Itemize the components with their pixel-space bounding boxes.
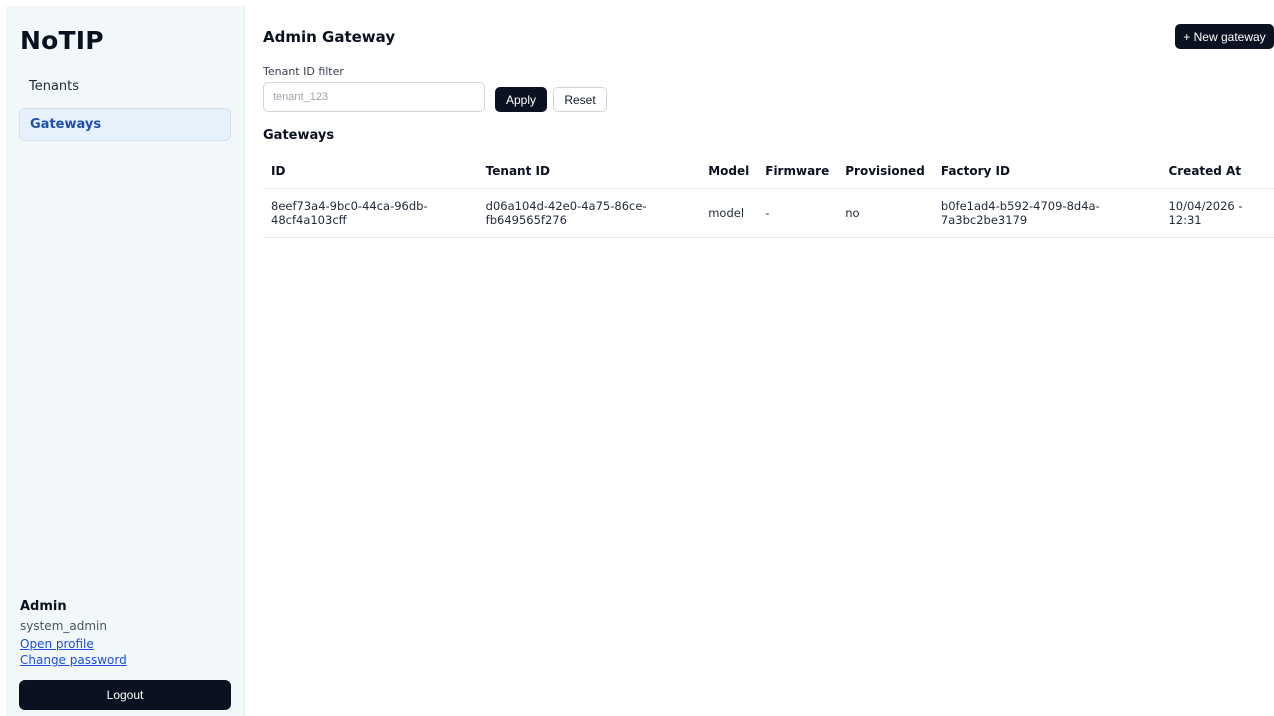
cell-firmware: -: [757, 188, 838, 238]
tenant-filter-input[interactable]: [263, 82, 485, 112]
table-row[interactable]: 8eef73a4-9bc0-44ca-96db- 48cf4a103cff d0…: [263, 188, 1274, 238]
cell-tenant-id-line-1: d06a104d-42e0-4a75-86ce-: [485, 198, 647, 213]
open-profile-link[interactable]: Open profile: [20, 637, 127, 651]
cell-created-at-line-2: 12:31: [1168, 212, 1202, 227]
page-title: Admin Gateway: [263, 28, 396, 46]
column-header-factory-id: Factory ID: [932, 155, 1161, 189]
cell-provisioned: no: [837, 188, 933, 238]
user-username: system_admin: [20, 619, 107, 633]
cell-created-at-line-1: 10/04/2026 -: [1168, 198, 1243, 213]
cell-factory-id-line-1: b0fe1ad4-b592-4709-8d4a-: [940, 198, 1100, 213]
column-header-firmware: Firmware: [757, 155, 838, 189]
column-header-provisioned: Provisioned: [837, 155, 933, 189]
logout-button[interactable]: Logout: [19, 680, 231, 710]
gateways-section-title: Gateways: [263, 128, 335, 143]
new-gateway-button[interactable]: + New gateway: [1175, 24, 1274, 49]
cell-model: model: [700, 188, 758, 238]
cell-id-line-2: 48cf4a103cff: [271, 212, 347, 227]
user-block: Admin system_admin Open profile Change p…: [20, 599, 127, 667]
column-header-id: ID: [263, 155, 478, 189]
cell-factory-id: b0fe1ad4-b592-4709-8d4a- 7a3bc2be3179: [932, 188, 1161, 238]
cell-id-line-1: 8eef73a4-9bc0-44ca-96db-: [271, 198, 428, 213]
table-header-row: ID Tenant ID Model Firmware Provisioned …: [263, 155, 1274, 189]
gateways-table: ID Tenant ID Model Firmware Provisioned …: [263, 155, 1274, 238]
user-role: Admin: [20, 599, 67, 614]
sidebar: NoTIP Tenants Gateways Admin system_admi…: [6, 6, 245, 716]
change-password-link[interactable]: Change password: [20, 653, 127, 667]
sidebar-item-tenants[interactable]: Tenants: [19, 70, 231, 103]
column-header-tenant-id: Tenant ID: [477, 155, 701, 189]
cell-tenant-id: d06a104d-42e0-4a75-86ce- fb649565f276: [477, 188, 701, 238]
column-header-model: Model: [700, 155, 758, 189]
cell-created-at: 10/04/2026 - 12:31: [1160, 188, 1274, 238]
cell-id: 8eef73a4-9bc0-44ca-96db- 48cf4a103cff: [263, 188, 478, 238]
tenant-filter-label: Tenant ID filter: [263, 65, 344, 78]
reset-button[interactable]: Reset: [553, 87, 607, 112]
app-logo: NoTIP: [20, 26, 104, 55]
sidebar-item-gateways[interactable]: Gateways: [19, 108, 231, 141]
cell-factory-id-line-2: 7a3bc2be3179: [940, 212, 1028, 227]
cell-tenant-id-line-2: fb649565f276: [485, 212, 567, 227]
main-content: Admin Gateway + New gateway Tenant ID fi…: [263, 0, 1274, 716]
apply-button[interactable]: Apply: [495, 87, 547, 112]
column-header-created-at: Created At: [1160, 155, 1274, 189]
